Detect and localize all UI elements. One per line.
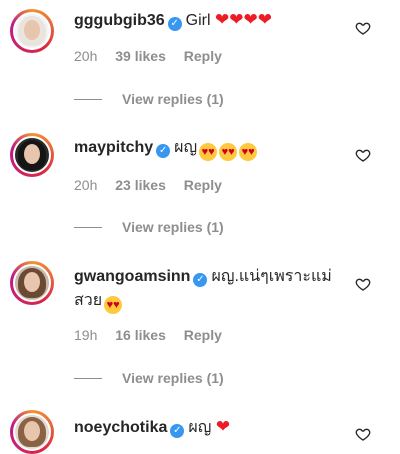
likes-count[interactable]: 23 likes [115,177,166,193]
heart-emoji-icon: ❤ [215,417,231,436]
comment-meta: 19h 16 likes Reply [74,327,236,343]
comment-text: ผญ [188,419,212,436]
heart-emoji-icon: ❤ [243,10,258,29]
view-replies-button[interactable]: View replies (1) [74,91,224,107]
avatar[interactable] [10,410,54,454]
heart-eyes-emoji-icon: ♥♥ [199,143,218,161]
heart-emoji-icon: ❤ [257,10,272,29]
verified-badge-icon: ✓ [193,273,208,287]
view-replies-label: View replies (1) [122,219,224,235]
reply-button[interactable]: Reply [184,48,222,64]
heart-eyes-emoji-icon: ♥♥ [219,143,238,161]
verified-badge-icon: ✓ [170,424,185,438]
comment-body: gggubgib36 ✓ Girl ❤❤❤❤ [74,9,350,32]
avatar[interactable] [10,133,54,177]
comment-body: noeychotika ✓ ผญ ❤ [74,416,350,439]
username[interactable]: noeychotika [74,419,167,436]
heart-eyes-emoji-icon: ♥♥ [239,143,258,161]
comment-time: 20h [74,177,98,193]
comment-text: Girl [185,12,211,29]
comment-time: 20h [74,48,98,64]
username[interactable]: gwangoamsinn [74,268,190,285]
likes-count[interactable]: 16 likes [115,327,166,343]
heart-eyes-emoji-icon: ♥♥ [104,296,123,314]
view-replies-label: View replies (1) [122,91,224,107]
divider [74,98,102,100]
heart-emoji-icon: ❤ [215,10,230,29]
avatar[interactable] [10,261,54,305]
comment-meta: 20h 23 likes Reply [74,177,236,193]
comment-time: 19h [74,327,98,343]
divider [74,226,102,228]
comment-text: ผญ [174,139,198,156]
verified-badge-icon: ✓ [156,144,171,158]
heart-emoji-icon: ❤ [229,10,244,29]
view-replies-label: View replies (1) [122,370,224,386]
likes-count[interactable]: 39 likes [115,48,166,64]
divider [74,377,102,379]
comment-body: gwangoamsinn ✓ ผญ.แน่ๆเพราะแม่สวย ♥♥ [74,265,350,314]
heart-outline-icon[interactable] [355,426,371,442]
comment-body: maypitchy ✓ ผญ ♥♥ ♥♥ ♥♥ [74,137,350,161]
avatar[interactable] [10,9,54,53]
reply-button[interactable]: Reply [184,177,222,193]
heart-outline-icon[interactable] [355,20,371,36]
reply-button[interactable]: Reply [184,327,222,343]
view-replies-button[interactable]: View replies (1) [74,370,224,386]
username[interactable]: maypitchy [74,139,153,156]
verified-badge-icon: ✓ [167,17,182,31]
heart-outline-icon[interactable] [355,147,371,163]
username[interactable]: gggubgib36 [74,12,165,29]
view-replies-button[interactable]: View replies (1) [74,219,224,235]
comment-meta: 20h 39 likes Reply [74,48,236,64]
heart-outline-icon[interactable] [355,276,371,292]
